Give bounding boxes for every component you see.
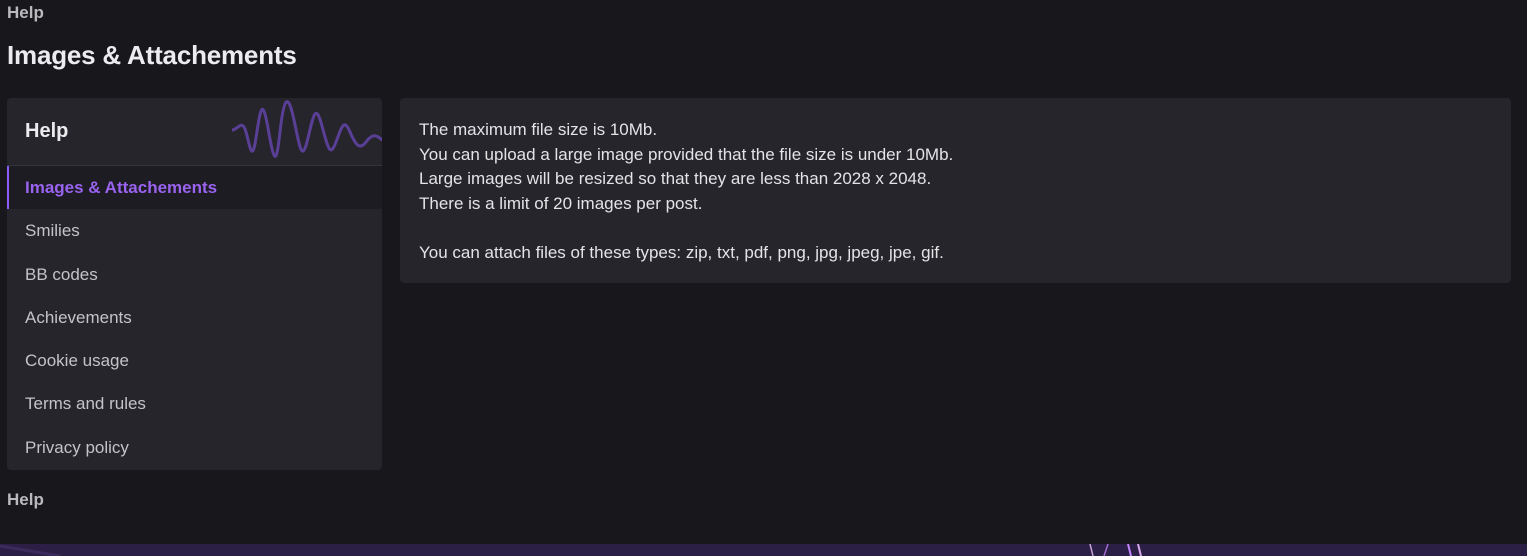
sidebar-item-privacy-policy[interactable]: Privacy policy	[7, 426, 382, 469]
sidebar-nav: Images & Attachements Smilies BB codes A…	[7, 166, 382, 469]
sidebar-item-cookie-usage[interactable]: Cookie usage	[7, 339, 382, 382]
sidebar-heading: Help	[25, 120, 69, 142]
sidebar-item-achievements[interactable]: Achievements	[7, 296, 382, 339]
sidebar-item-smilies[interactable]: Smilies	[7, 209, 382, 252]
breadcrumb-help-top[interactable]: Help	[7, 3, 44, 23]
sidebar-item-images-attachements[interactable]: Images & Attachements	[7, 166, 382, 210]
footer-decoration-icon	[0, 544, 1142, 556]
sidebar-item-bb-codes[interactable]: BB codes	[7, 253, 382, 296]
content-line-max-size: The maximum file size is 10Mb.	[419, 120, 658, 139]
footer-band	[0, 544, 1527, 556]
sidebar-item-terms-and-rules[interactable]: Terms and rules	[7, 382, 382, 425]
content-line-file-types: You can attach files of these types: zip…	[419, 242, 944, 262]
page-title: Images & Attachements	[7, 40, 297, 70]
wave-decoration-icon	[232, 100, 382, 158]
sidebar-header: Help	[7, 98, 382, 166]
help-content-panel: The maximum file size is 10Mb. You can u…	[400, 98, 1511, 283]
content-line-resize: Large images will be resized so that the…	[419, 169, 932, 188]
help-sidebar: Help Images & Attachements Smilies BB co…	[7, 98, 382, 470]
content-line-upload-large: You can upload a large image provided th…	[419, 144, 954, 164]
breadcrumb-help-bottom[interactable]: Help	[7, 490, 44, 510]
content-line-image-limit: There is a limit of 20 images per post.	[419, 193, 703, 213]
help-page: Help Images & Attachements Help Images &…	[0, 0, 1527, 556]
